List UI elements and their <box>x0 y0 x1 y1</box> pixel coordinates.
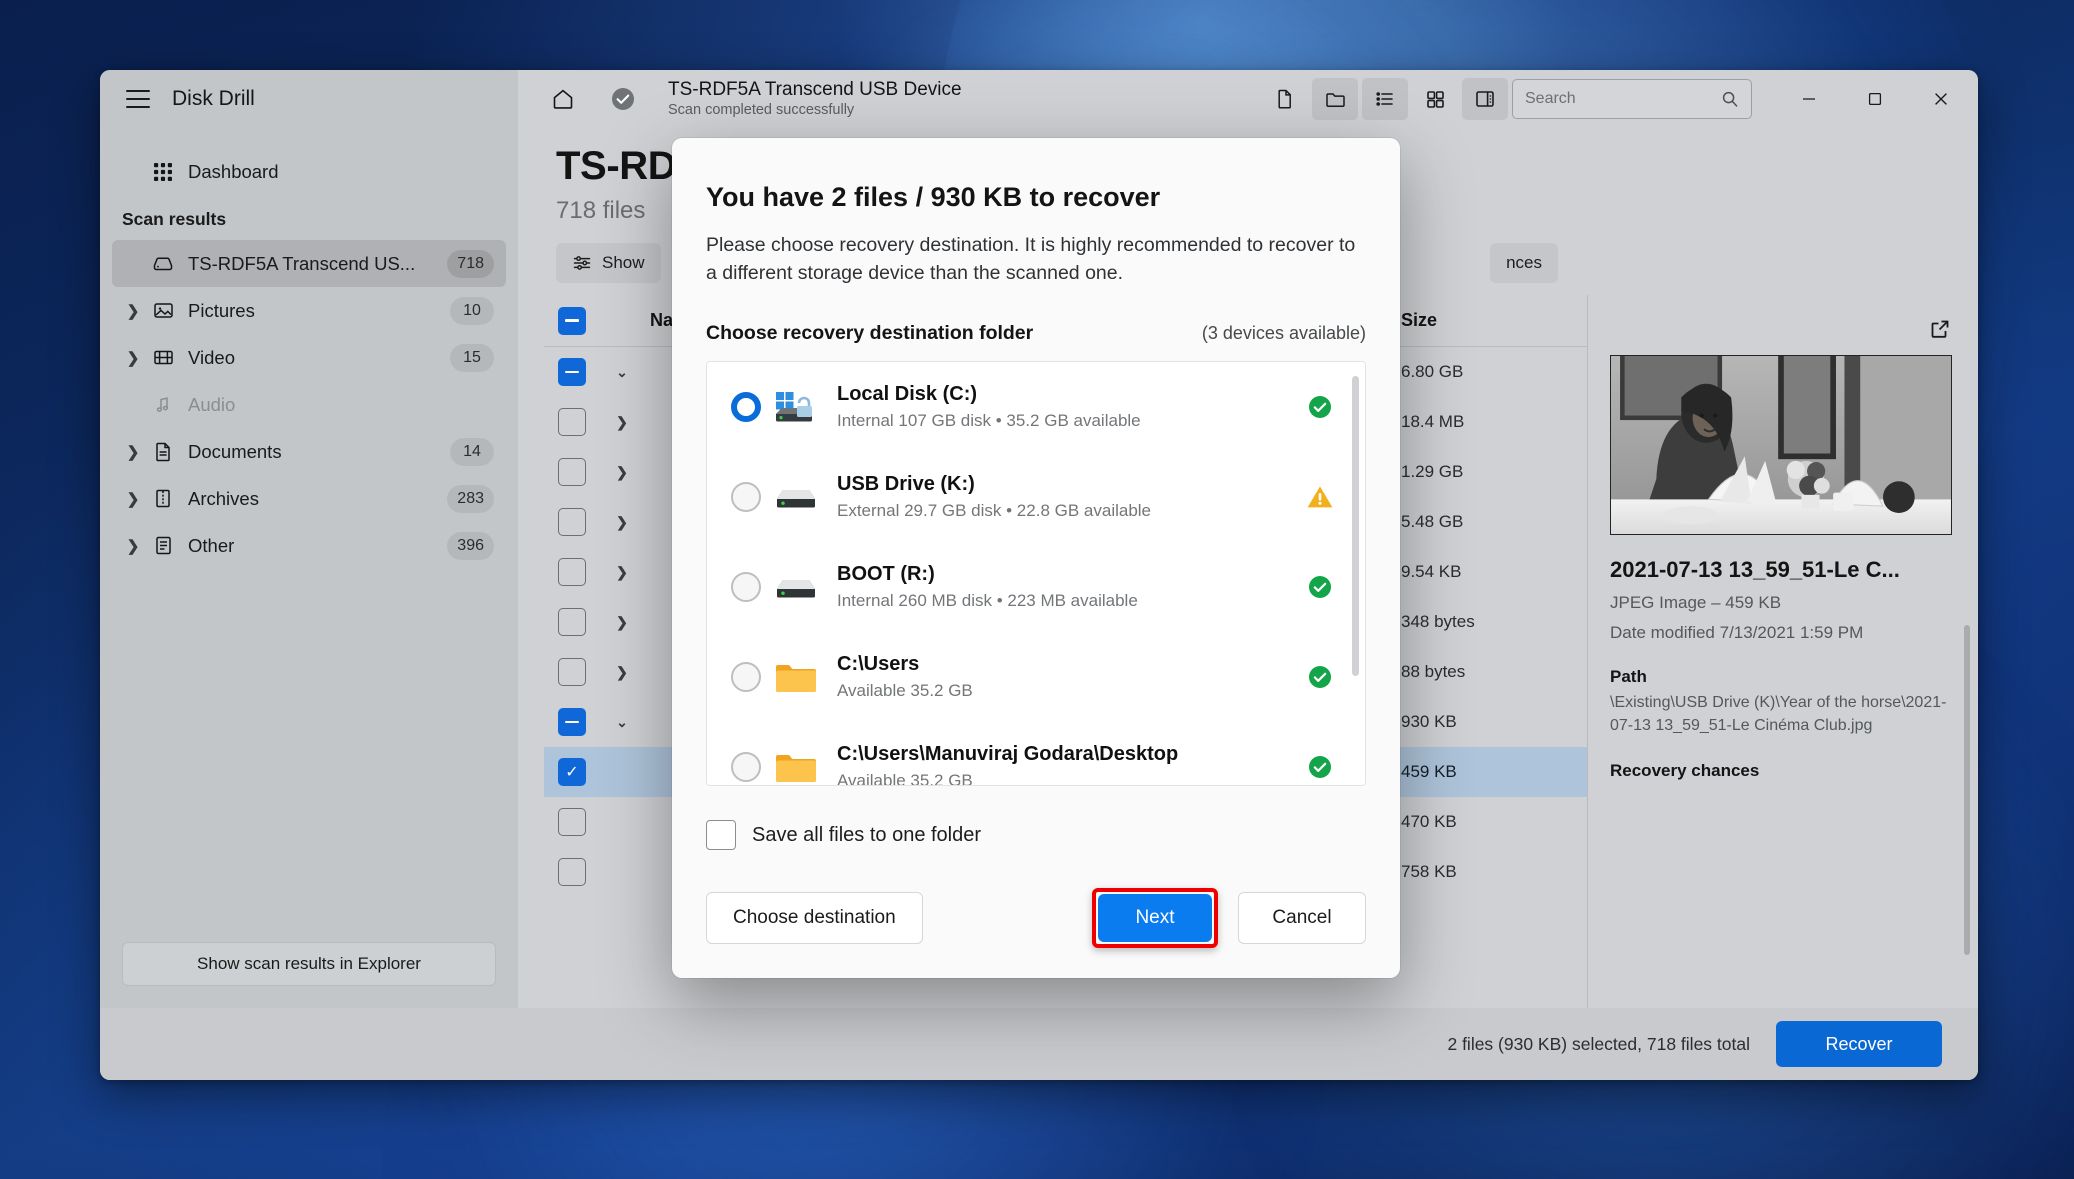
dialog-subhead-row: Choose recovery destination folder (3 de… <box>706 322 1366 345</box>
status-warning-icon <box>1297 484 1343 510</box>
destination-sub: External 29.7 GB disk • 22.8 GB availabl… <box>837 500 1152 520</box>
destination-text: USB Drive (K:) External 29.7 GB disk • 22… <box>831 473 1297 521</box>
destination-radio[interactable] <box>731 481 761 512</box>
destination-sub: Internal 260 MB disk • 223 MB available <box>837 590 1138 610</box>
folder-icon <box>761 748 831 785</box>
destination-device-row[interactable]: C:\Users\Manuviraj Godara\Desktop Availab… <box>707 722 1365 786</box>
cancel-button[interactable]: Cancel <box>1238 892 1366 944</box>
destination-name: C:\Users\Manuviraj Godara\Desktop <box>837 742 1179 765</box>
folder-icon <box>761 658 831 696</box>
status-ok-icon <box>1297 754 1343 780</box>
windows-disk-icon <box>761 390 831 424</box>
destination-radio[interactable] <box>731 571 761 602</box>
external-drive-icon <box>761 483 831 511</box>
next-button[interactable]: Next <box>1098 894 1212 942</box>
destination-text: BOOT (R:) Internal 260 MB disk • 223 MB a… <box>831 563 1297 611</box>
destination-device-row[interactable]: BOOT (R:) Internal 260 MB disk • 223 MB a… <box>707 542 1365 632</box>
dialog-title: You have 2 files / 930 KB to recover <box>706 182 1161 212</box>
destination-text: Local Disk (C:) Internal 107 GB disk • 35… <box>831 383 1297 431</box>
save-all-label: Save all files to one folder <box>752 823 982 846</box>
dialog-description: Please choose recovery destination. It i… <box>706 234 1356 285</box>
destination-radio[interactable] <box>731 391 761 422</box>
destination-device-row[interactable]: Local Disk (C:) Internal 107 GB disk • 35… <box>707 362 1365 452</box>
internal-drive-icon <box>761 573 831 601</box>
destination-name: BOOT (R:) <box>837 562 935 585</box>
destination-text: C:\Users Available 35.2 GB <box>831 653 1297 701</box>
destination-device-list: Local Disk (C:) Internal 107 GB disk • 35… <box>706 360 1366 786</box>
device-list-scrollbar[interactable] <box>1352 375 1359 676</box>
destination-sub: Available 35.2 GB <box>837 770 973 786</box>
destination-radio[interactable] <box>731 751 761 782</box>
status-ok-icon <box>1297 664 1343 690</box>
destination-name: USB Drive (K:) <box>837 472 975 495</box>
modal-overlay: You have 2 files / 930 KB to recover Ple… <box>0 0 2074 1179</box>
choose-destination-label: Choose recovery destination folder <box>706 321 1034 344</box>
destination-device-row[interactable]: USB Drive (K:) External 29.7 GB disk • 22… <box>707 452 1365 542</box>
devices-available-count: (3 devices available) <box>1201 322 1366 343</box>
next-button-highlight: Next <box>1092 888 1218 948</box>
choose-destination-button[interactable]: Choose destination <box>706 892 923 944</box>
destination-radio[interactable] <box>731 661 761 692</box>
destination-sub: Internal 107 GB disk • 35.2 GB available <box>837 410 1141 430</box>
destination-device-row[interactable]: C:\Users Available 35.2 GB <box>707 632 1365 722</box>
save-all-checkbox[interactable] <box>706 820 736 850</box>
status-ok-icon <box>1297 394 1343 420</box>
destination-name: Local Disk (C:) <box>837 382 978 405</box>
save-all-row[interactable]: Save all files to one folder <box>706 820 1366 850</box>
status-ok-icon <box>1297 574 1343 600</box>
destination-name: C:\Users <box>837 652 920 675</box>
destination-text: C:\Users\Manuviraj Godara\Desktop Availab… <box>831 742 1297 786</box>
recovery-destination-dialog: You have 2 files / 930 KB to recover Ple… <box>672 138 1400 978</box>
destination-sub: Available 35.2 GB <box>837 680 973 700</box>
dialog-buttons: Choose destination Next Cancel <box>706 888 1366 948</box>
